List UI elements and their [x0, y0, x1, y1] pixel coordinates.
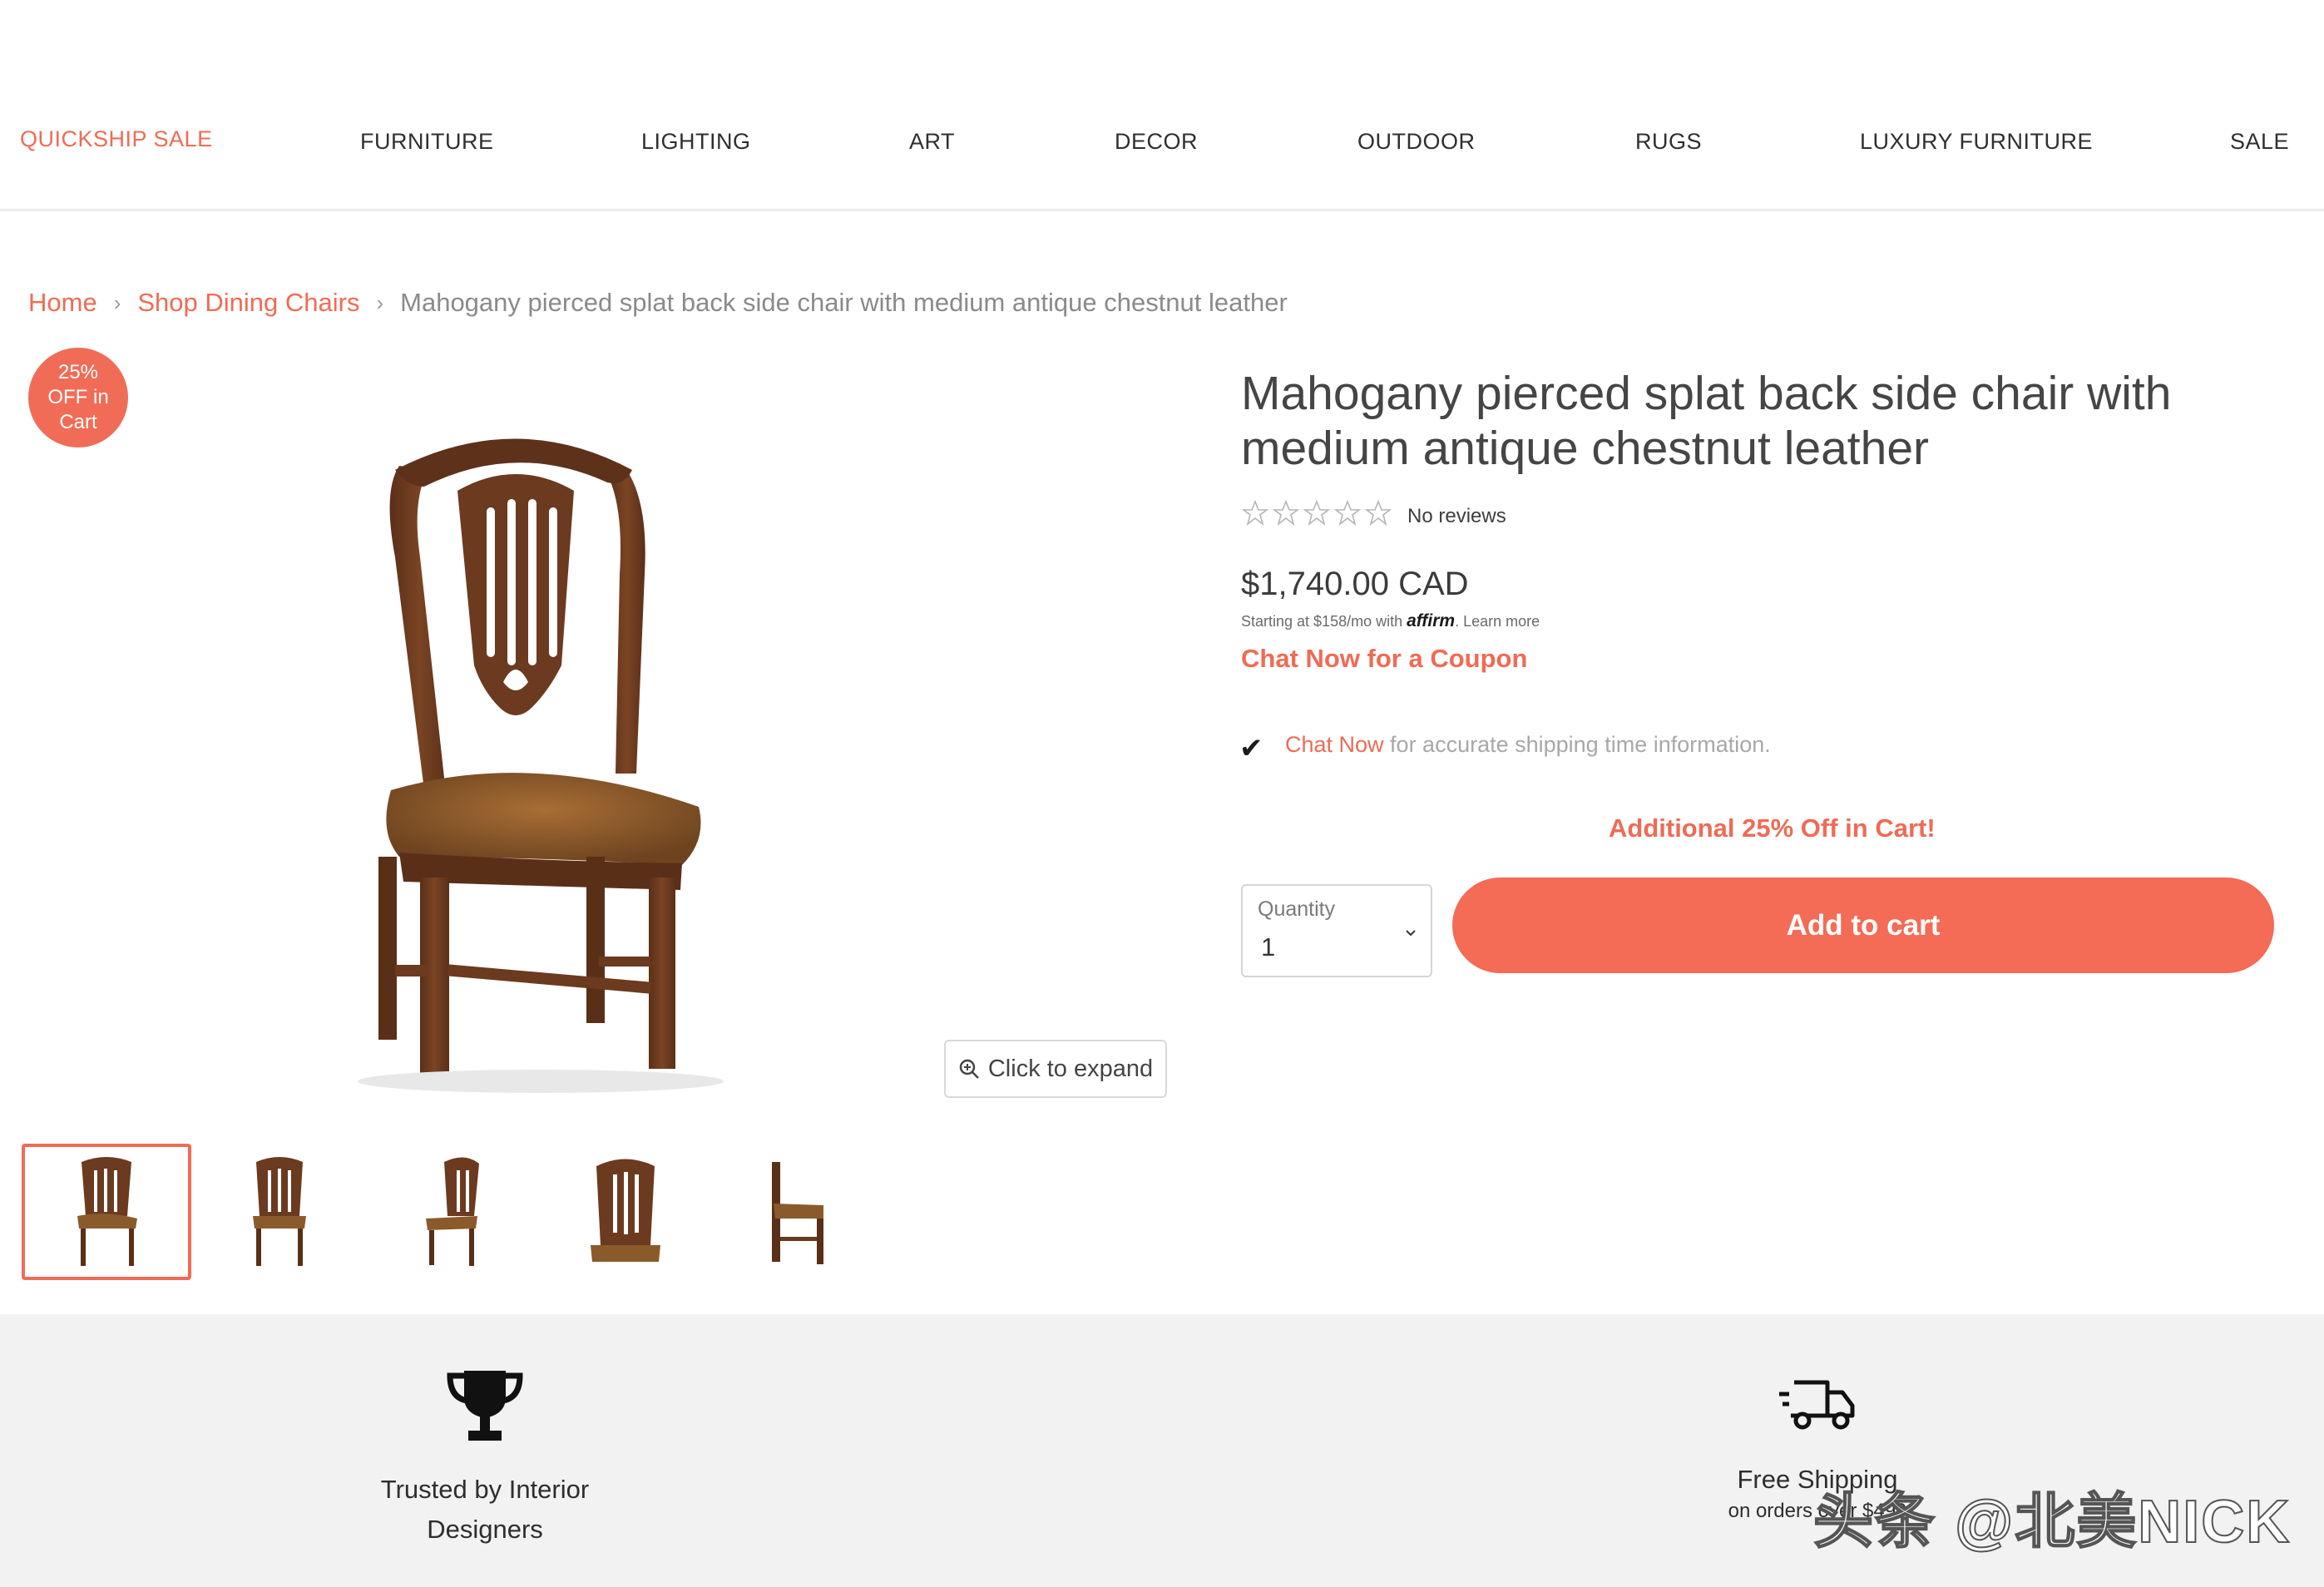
- nav-furniture[interactable]: FURNITURE: [360, 129, 494, 155]
- product-title: Mahogany pierced splat back side chair w…: [1241, 367, 2172, 475]
- top-navigation: QUICKSHIP SALE FURNITURE LIGHTING ART DE…: [0, 0, 2324, 211]
- expand-image-button[interactable]: Click to expand: [944, 1040, 1167, 1098]
- nav-lighting[interactable]: LIGHTING: [641, 129, 751, 155]
- nav-rugs[interactable]: RUGS: [1635, 129, 1702, 155]
- thumbnail-5[interactable]: [714, 1144, 883, 1280]
- shipping-info-text: for accurate shipping time information.: [1383, 732, 1771, 757]
- breadcrumb-current: Mahogany pierced splat back side chair w…: [400, 288, 1288, 317]
- trophy-icon: [447, 1371, 523, 1441]
- watermark-text: 头条 @北美NICK: [1812, 1488, 2292, 1556]
- chat-coupon-link[interactable]: Chat Now for a Coupon: [1241, 644, 1527, 674]
- affirm-financing: Starting at $158/mo with affirm. Learn m…: [1241, 611, 1540, 631]
- affirm-logo: affirm: [1407, 611, 1456, 630]
- product-price: $1,740.00 CAD: [1241, 566, 1469, 602]
- quantity-select[interactable]: Quantity 1: [1241, 884, 1432, 977]
- quantity-value: 1: [1261, 932, 1276, 962]
- feature-trusted: Trusted by Interior Designers: [319, 1364, 651, 1550]
- nav-luxury-furniture[interactable]: LUXURY FURNITURE: [1860, 129, 2093, 155]
- breadcrumb: Home › Shop Dining Chairs › Mahogany pie…: [28, 288, 1288, 318]
- chat-now-link[interactable]: Chat Now: [1285, 732, 1384, 757]
- chevron-right-icon: ›: [376, 289, 384, 315]
- thumbnail-2[interactable]: [195, 1144, 364, 1280]
- delivery-truck-icon: [1779, 1380, 1855, 1430]
- nav-sale[interactable]: SALE: [2230, 129, 2289, 155]
- breadcrumb-category[interactable]: Shop Dining Chairs: [137, 288, 359, 318]
- trusted-line-1: Trusted by Interior: [380, 1475, 590, 1504]
- trusted-line-2: Designers: [427, 1515, 543, 1544]
- thumbnail-3[interactable]: [368, 1144, 537, 1280]
- nav-decor[interactable]: DECOR: [1115, 129, 1198, 155]
- nav-art[interactable]: ART: [909, 129, 955, 155]
- thumbnail-4[interactable]: [541, 1144, 710, 1280]
- affirm-learn-more[interactable]: . Learn more: [1455, 613, 1540, 630]
- rating-stars[interactable]: [1241, 499, 1391, 527]
- nav-quickship-sale[interactable]: QUICKSHIP SALE: [20, 126, 213, 152]
- reviews-count[interactable]: No reviews: [1407, 505, 1506, 528]
- affirm-prefix: Starting at $158/mo with: [1241, 613, 1403, 630]
- thumbnail-1[interactable]: [22, 1144, 191, 1280]
- discount-badge: 25% OFF in Cart: [28, 348, 128, 447]
- nav-outdoor[interactable]: OUTDOOR: [1357, 129, 1476, 155]
- shipping-info: Chat Now for accurate shipping time info…: [1285, 732, 1771, 758]
- checkmark-icon: ✔: [1239, 733, 1263, 764]
- chevron-right-icon: ›: [113, 289, 121, 315]
- expand-label: Click to expand: [987, 1055, 1154, 1082]
- zoom-in-icon: [959, 1059, 979, 1079]
- add-to-cart-button[interactable]: Add to cart: [1452, 878, 2274, 973]
- product-main-image[interactable]: [349, 391, 865, 1098]
- chevron-down-icon: [1406, 930, 1416, 937]
- quantity-label: Quantity: [1258, 897, 1336, 921]
- cart-promo-text: Additional 25% Off in Cart!: [1609, 813, 1936, 843]
- breadcrumb-home[interactable]: Home: [28, 288, 97, 318]
